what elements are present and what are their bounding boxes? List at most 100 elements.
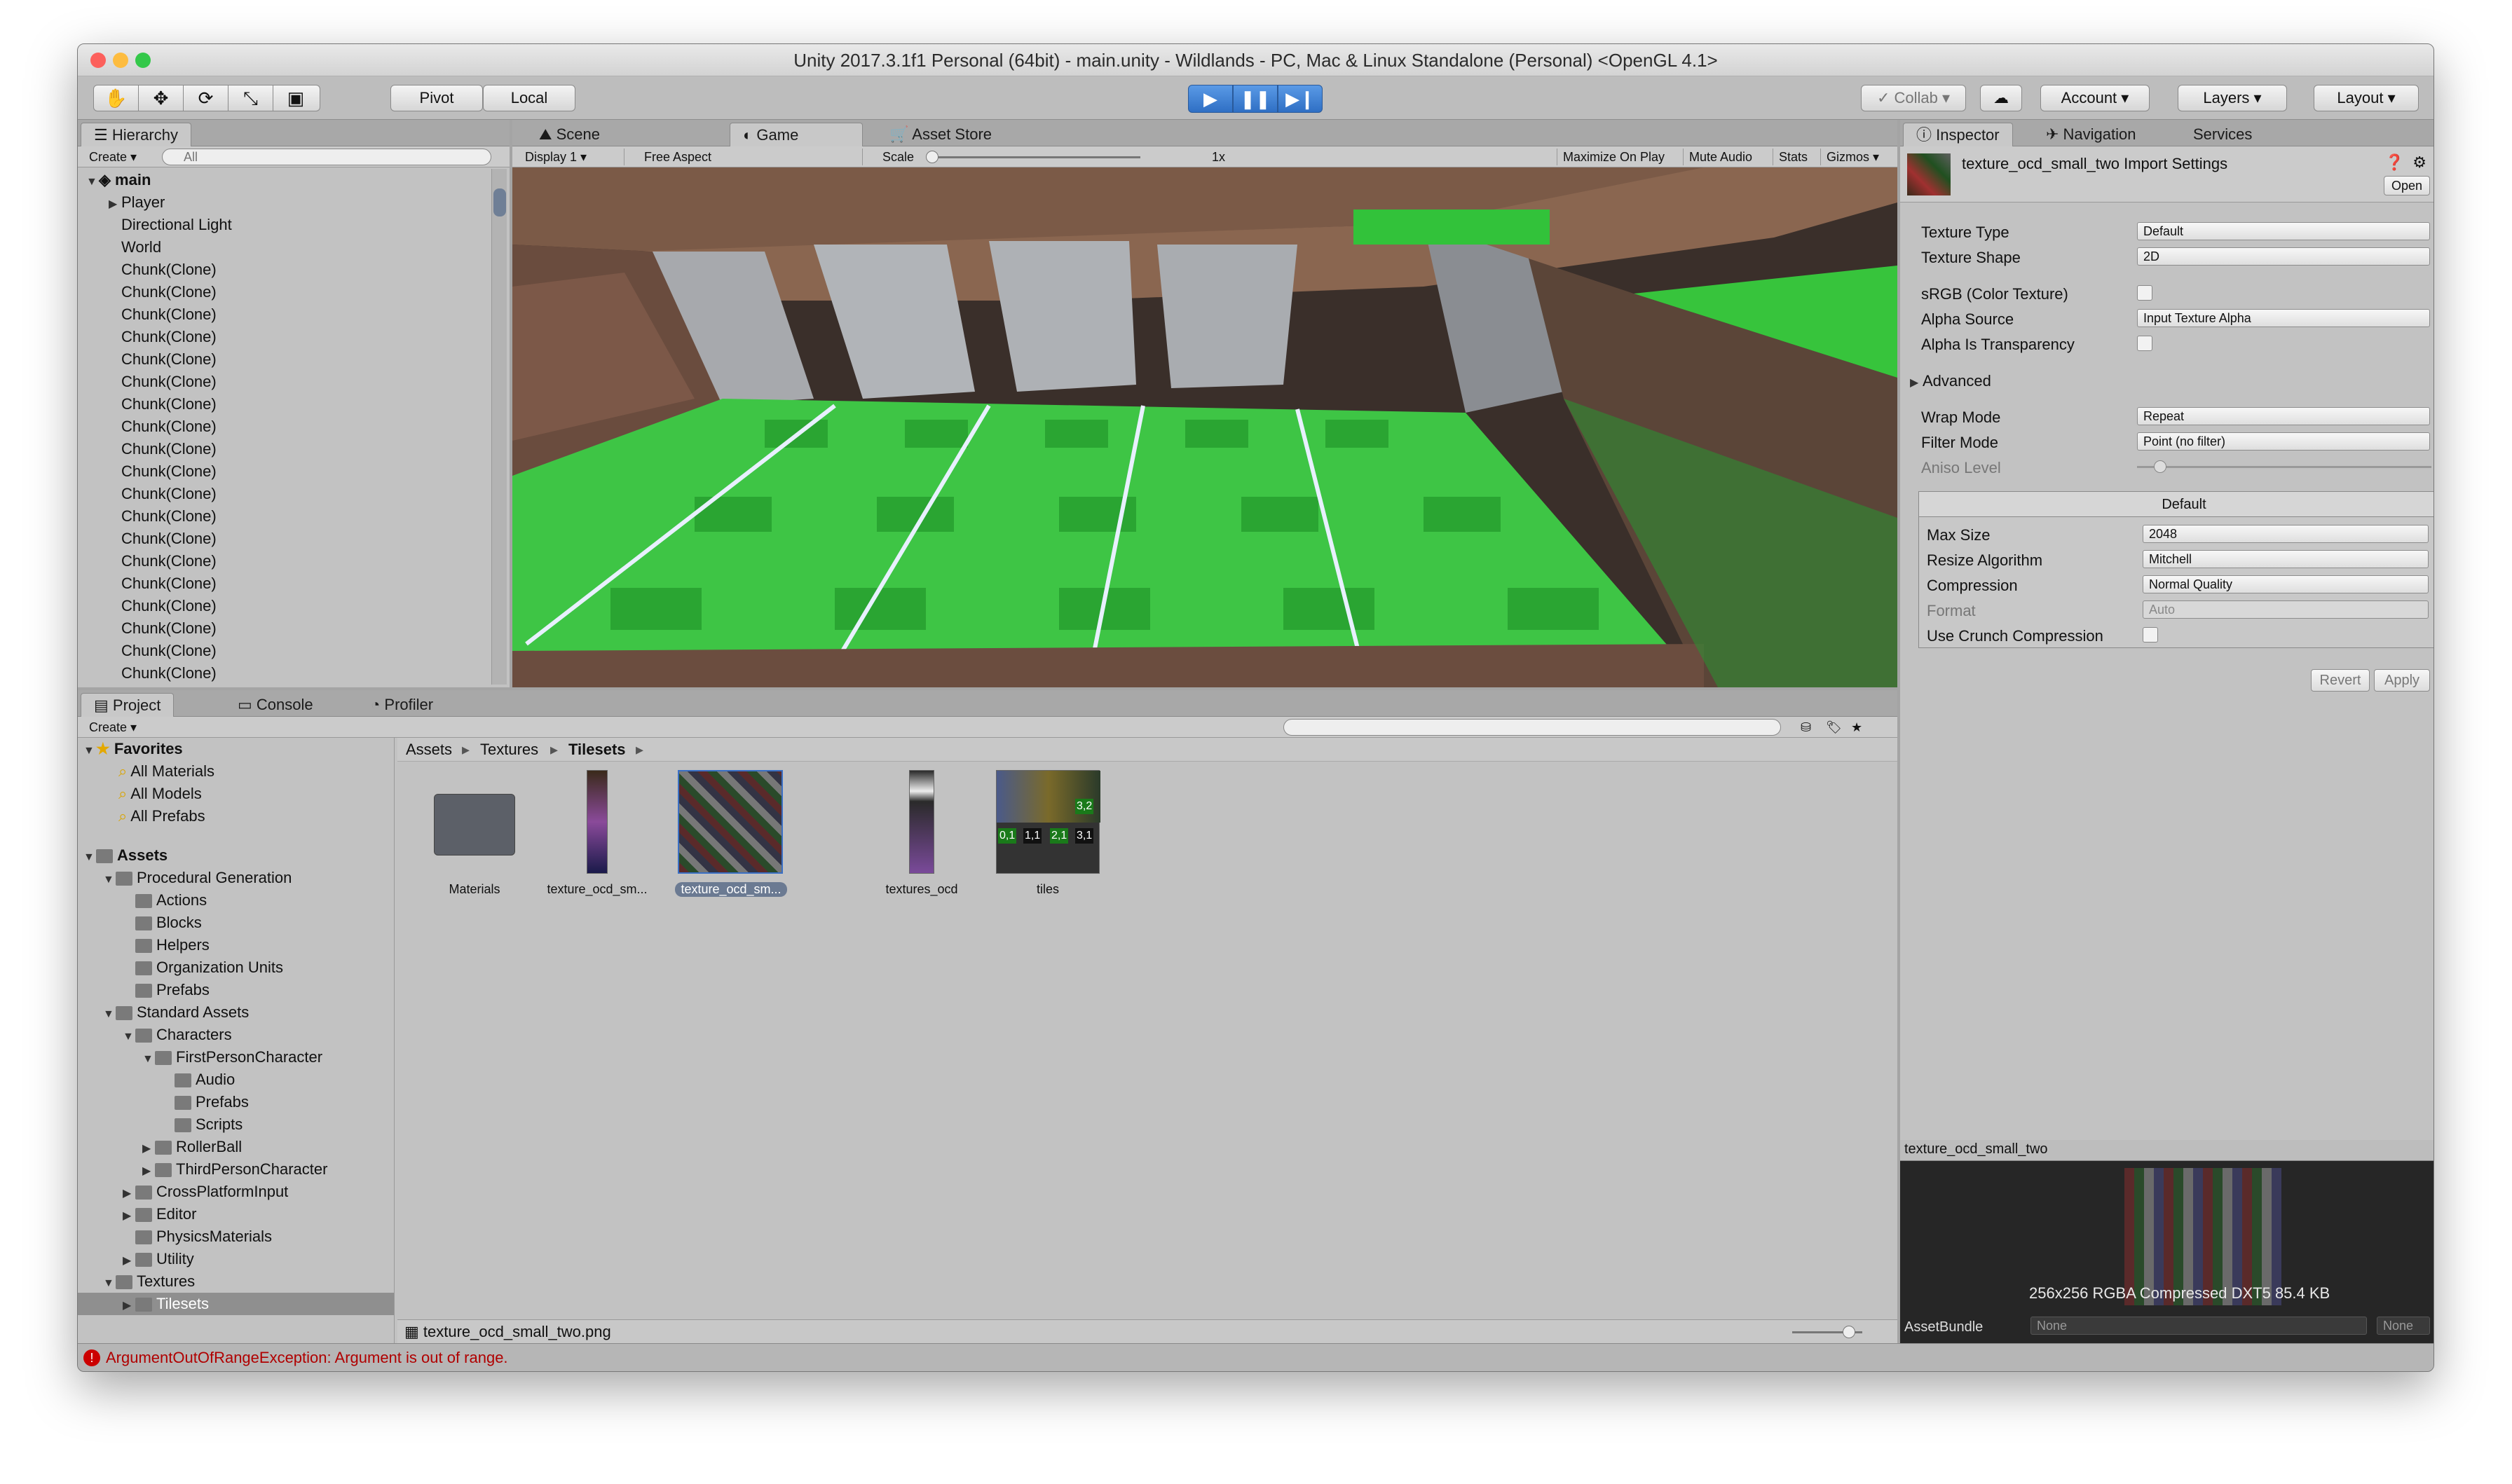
hierarchy-item[interactable]: Chunk(Clone) bbox=[86, 483, 510, 505]
tree-item[interactable]: ▶ ThirdPersonCharacter bbox=[78, 1158, 394, 1181]
resize-algorithm-dropdown[interactable]: Mitchell bbox=[2143, 550, 2429, 568]
expand-arrow-icon[interactable]: ▼ bbox=[103, 1003, 116, 1026]
tree-item[interactable]: Helpers bbox=[78, 934, 394, 956]
hierarchy-item[interactable]: Chunk(Clone) bbox=[86, 438, 510, 460]
filter-mode-dropdown[interactable]: Point (no filter) bbox=[2137, 432, 2430, 451]
play-button[interactable]: ▶ bbox=[1188, 85, 1233, 113]
scale-tool-icon[interactable]: ⤡ bbox=[228, 85, 273, 111]
tree-item[interactable]: Actions bbox=[78, 889, 394, 912]
tree-item[interactable]: ▼ Textures bbox=[78, 1270, 394, 1293]
hierarchy-item[interactable]: Chunk(Clone) bbox=[86, 281, 510, 303]
hierarchy-item[interactable]: Chunk(Clone) bbox=[86, 572, 510, 595]
expand-arrow-icon[interactable]: ▶ bbox=[142, 1160, 155, 1183]
layout-dropdown[interactable]: Layout ▾ bbox=[2314, 85, 2419, 111]
step-button[interactable]: ▶❙ bbox=[1278, 85, 1323, 113]
tab-navigation[interactable]: ✈ Navigation bbox=[2033, 123, 2149, 146]
scale-slider[interactable] bbox=[930, 156, 1140, 158]
tree-item[interactable]: ▶ CrossPlatformInput bbox=[78, 1181, 394, 1203]
breadcrumb-textures[interactable]: Textures bbox=[480, 741, 538, 759]
tree-item[interactable]: ▼ FirstPersonCharacter bbox=[78, 1046, 394, 1069]
tab-services[interactable]: Services bbox=[2180, 123, 2265, 146]
tree-item[interactable]: Scripts bbox=[78, 1113, 394, 1136]
wrap-mode-dropdown[interactable]: Repeat bbox=[2137, 407, 2430, 425]
hierarchy-scroll-thumb[interactable] bbox=[493, 188, 506, 217]
tree-item[interactable]: ▶ Tilesets bbox=[78, 1293, 394, 1315]
assetbundle-variant-dropdown[interactable]: None bbox=[2377, 1317, 2430, 1335]
thumbnail-size-thumb[interactable] bbox=[1843, 1326, 1855, 1338]
maximize-on-play-toggle[interactable]: Maximize On Play bbox=[1557, 149, 1670, 165]
hierarchy-item[interactable]: Chunk(Clone) bbox=[86, 326, 510, 348]
tab-project[interactable]: ▤ Project bbox=[81, 693, 175, 717]
aniso-slider[interactable] bbox=[2137, 466, 2431, 468]
favorite-item[interactable]: ⌕ All Materials bbox=[78, 760, 394, 783]
hierarchy-item[interactable]: Chunk(Clone) bbox=[86, 371, 510, 393]
favorite-star-icon[interactable]: ★ bbox=[1845, 719, 1868, 736]
srgb-checkbox[interactable] bbox=[2137, 285, 2152, 301]
hierarchy-item[interactable]: Chunk(Clone) bbox=[86, 415, 510, 438]
texture-thumb-ocd-small-two[interactable] bbox=[678, 770, 783, 874]
texture-type-dropdown[interactable]: Default bbox=[2137, 222, 2430, 240]
expand-arrow-icon[interactable]: ▶ bbox=[123, 1295, 135, 1317]
open-button[interactable]: Open bbox=[2384, 176, 2430, 195]
tree-item[interactable]: Organization Units bbox=[78, 956, 394, 979]
apply-button[interactable]: Apply bbox=[2374, 669, 2430, 692]
collab-button[interactable]: ✓ Collab ▾ bbox=[1861, 85, 1966, 111]
expand-arrow-icon[interactable]: ▼ bbox=[103, 869, 116, 891]
pause-button[interactable]: ❚❚ bbox=[1233, 85, 1278, 113]
expand-arrow-icon[interactable]: ▶ bbox=[123, 1183, 135, 1205]
local-toggle[interactable]: Local bbox=[483, 85, 575, 111]
crunch-checkbox[interactable] bbox=[2143, 627, 2158, 643]
status-bar[interactable]: ! ArgumentOutOfRangeException: Argument … bbox=[78, 1343, 2434, 1371]
folder-icon[interactable] bbox=[434, 794, 515, 856]
revert-button[interactable]: Revert bbox=[2311, 669, 2370, 692]
favorite-item[interactable]: ⌕ All Prefabs bbox=[78, 805, 394, 827]
tree-item[interactable]: ▼ Standard Assets bbox=[78, 1001, 394, 1024]
rect-tool-icon[interactable]: ▣ bbox=[273, 85, 318, 111]
hand-tool-icon[interactable]: ✋ bbox=[94, 85, 139, 111]
hierarchy-item[interactable]: Directional Light bbox=[86, 214, 510, 236]
favorites-row[interactable]: ▼★ Favorites bbox=[78, 738, 394, 760]
alpha-source-dropdown[interactable]: Input Texture Alpha bbox=[2137, 309, 2430, 327]
hierarchy-item[interactable]: Chunk(Clone) bbox=[86, 528, 510, 550]
aspect-dropdown[interactable]: Free Aspect bbox=[639, 149, 863, 165]
hierarchy-item[interactable]: Chunk(Clone) bbox=[86, 393, 510, 415]
tree-item[interactable]: PhysicsMaterials bbox=[78, 1225, 394, 1248]
rotate-tool-icon[interactable]: ⟳ bbox=[184, 85, 228, 111]
account-dropdown[interactable]: Account ▾ bbox=[2040, 85, 2150, 111]
tab-hierarchy[interactable]: ☰ Hierarchy bbox=[81, 123, 191, 146]
mute-audio-toggle[interactable]: Mute Audio bbox=[1683, 149, 1758, 165]
hierarchy-item[interactable]: Chunk(Clone) bbox=[86, 662, 510, 685]
settings-gear-icon[interactable]: ⚙ bbox=[2412, 153, 2426, 172]
pivot-toggle[interactable]: Pivot bbox=[390, 85, 483, 111]
expand-arrow-icon[interactable]: ▶ bbox=[109, 193, 121, 216]
filter-label-icon[interactable]: 🏷 bbox=[1820, 719, 1848, 736]
tree-item[interactable]: ▼ Characters bbox=[78, 1024, 394, 1046]
project-search-input[interactable] bbox=[1283, 719, 1781, 736]
tab-asset-store[interactable]: 🛒 Asset Store bbox=[877, 123, 1004, 146]
alpha-transparency-checkbox[interactable] bbox=[2137, 336, 2152, 351]
expand-arrow-icon[interactable]: ▼ bbox=[103, 1272, 116, 1295]
texture-thumb-textures-ocd[interactable] bbox=[909, 770, 934, 874]
gizmos-dropdown[interactable]: Gizmos ▾ bbox=[1820, 149, 1885, 165]
hierarchy-item[interactable]: Chunk(Clone) bbox=[86, 259, 510, 281]
project-create-button[interactable]: Create ▾ bbox=[83, 719, 142, 736]
expand-arrow-icon[interactable]: ▶ bbox=[123, 1205, 135, 1228]
minimize-window-button[interactable] bbox=[113, 53, 128, 68]
zoom-window-button[interactable] bbox=[135, 53, 151, 68]
breadcrumb-tilesets[interactable]: Tilesets bbox=[568, 741, 626, 759]
help-icon[interactable]: ❓ bbox=[2385, 153, 2404, 172]
platform-default-tab[interactable]: Default bbox=[1919, 492, 2434, 517]
tab-scene[interactable]: ⛰ Scene bbox=[526, 123, 613, 146]
hierarchy-item[interactable]: Chunk(Clone) bbox=[86, 348, 510, 371]
tab-inspector[interactable]: ⓘ Inspector bbox=[1903, 123, 2013, 146]
favorite-item[interactable]: ⌕ All Models bbox=[78, 783, 394, 805]
hierarchy-item[interactable]: Chunk(Clone) bbox=[86, 595, 510, 617]
expand-arrow-icon[interactable]: ▶ bbox=[142, 1138, 155, 1160]
cloud-icon[interactable]: ☁ bbox=[1980, 85, 2022, 111]
close-window-button[interactable] bbox=[90, 53, 106, 68]
tab-console[interactable]: ▭ Console bbox=[225, 693, 326, 717]
hierarchy-item[interactable]: Chunk(Clone) bbox=[86, 617, 510, 640]
tab-profiler[interactable]: ◔ Profiler bbox=[358, 693, 446, 717]
max-size-dropdown[interactable]: 2048 bbox=[2143, 525, 2429, 543]
tree-item[interactable]: ▼ Procedural Generation bbox=[78, 867, 394, 889]
